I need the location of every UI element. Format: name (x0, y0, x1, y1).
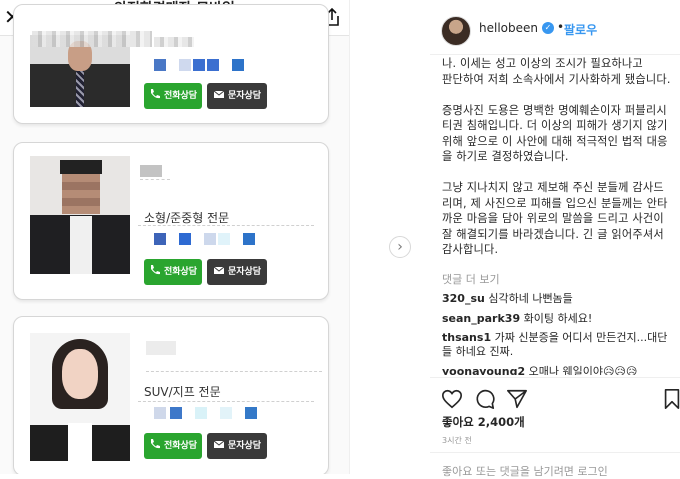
bookmark-icon[interactable] (662, 388, 680, 410)
heart-icon[interactable] (441, 388, 463, 410)
post-caption: 나. 이세는 성고 이상의 조시가 필요하나고 판단하여 저희 소속사에서 기사… (442, 57, 671, 256)
divider (140, 179, 170, 180)
blurred-specialty (154, 37, 194, 47)
dealer-card: 소형/준중형 전문 전화상담 문자상담 (13, 142, 329, 300)
call-button[interactable]: 전화상담 (144, 433, 202, 459)
comment: thsans1 가짜 신분증을 어디서 만든건지...대단들 하네요 진짜. (442, 331, 674, 359)
dealer-photo (30, 156, 130, 274)
blurred-name (32, 31, 152, 47)
post-timestamp: 3시간 전 (442, 436, 472, 445)
call-label: 전화상담 (163, 441, 198, 451)
message-button[interactable]: 문자상담 (207, 259, 267, 285)
comment-username[interactable]: sean_park39 (442, 312, 520, 325)
comment-icon[interactable] (474, 388, 496, 410)
divider (430, 377, 680, 378)
message-button[interactable]: 문자상담 (207, 83, 267, 109)
rating-squares (154, 59, 257, 73)
comment: 320_su 심각하네 나뻔놈들 (442, 292, 674, 306)
message-label: 문자상담 (227, 267, 262, 277)
avatar[interactable] (441, 16, 471, 46)
share-icon[interactable] (506, 388, 528, 410)
blurred-name (140, 165, 162, 177)
dealer-card: SUV/지프 전문 전화상담 문자상담 (13, 316, 329, 474)
post-username[interactable]: hellobeen (479, 21, 538, 35)
comment-text: 심각하네 나뻔놈들 (488, 292, 573, 305)
like-count[interactable]: 좋아요 2,400개 (442, 414, 525, 430)
call-button[interactable]: 전화상담 (144, 83, 202, 109)
divider (430, 452, 680, 453)
mobile-site-pane: ✕ 안전한경매장 모바일 전화상담 문자상담 소 (0, 0, 349, 474)
comment-text: 오매나 웨일이야😥😥😥 (528, 365, 638, 375)
dealer-photo (30, 333, 130, 461)
comment-username[interactable]: yoonayoung2 (442, 365, 525, 375)
dealer-card: 전화상담 문자상담 (13, 4, 329, 124)
specialty-label: 소형/준중형 전문 (144, 211, 230, 225)
follow-button[interactable]: 팔로우 (564, 21, 597, 38)
next-arrow-icon[interactable]: › (389, 236, 411, 258)
call-label: 전화상담 (163, 91, 198, 101)
comment-text: 화이팅 하세요! (523, 312, 593, 325)
load-more-comments-link[interactable]: 댓글 더 보기 (442, 271, 500, 287)
message-label: 문자상담 (227, 91, 262, 101)
call-label: 전화상담 (163, 267, 198, 277)
divider (146, 371, 322, 372)
comment: sean_park39 화이팅 하세요! (442, 312, 674, 326)
call-button[interactable]: 전화상담 (144, 259, 202, 285)
blurred-name (146, 341, 176, 355)
rating-squares (154, 407, 270, 421)
comment-username[interactable]: 320_su (442, 292, 485, 305)
comment-username[interactable]: thsans1 (442, 331, 491, 344)
message-label: 문자상담 (227, 441, 262, 451)
specialty-label: SUV/지프 전문 (144, 385, 221, 399)
divider (138, 401, 314, 402)
comment: yoonayoung2 오매나 웨일이야😥😥😥 (442, 365, 674, 375)
divider (138, 225, 314, 226)
rating-squares (154, 233, 268, 247)
login-prompt: 좋아요 또는 댓글을 남기려면 로그인 (442, 465, 608, 478)
verified-badge-icon: ✓ (542, 22, 554, 34)
message-button[interactable]: 문자상담 (207, 433, 267, 459)
divider (430, 54, 680, 55)
